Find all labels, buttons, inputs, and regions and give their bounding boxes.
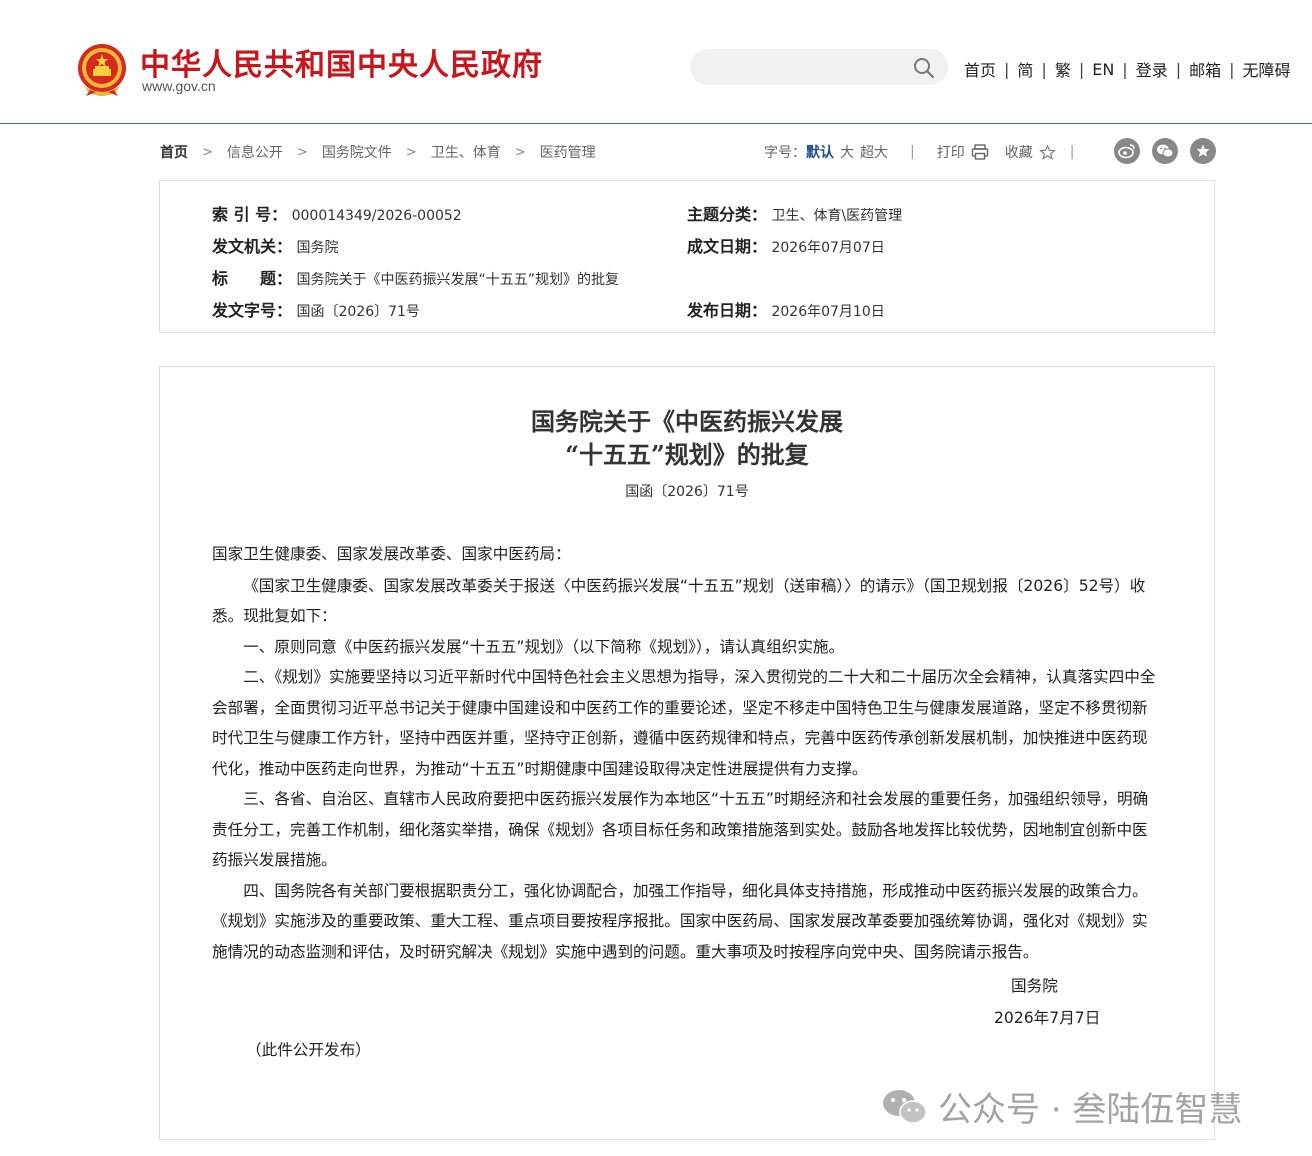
nav-accessibility-link[interactable]: 无障碍 xyxy=(1243,57,1291,81)
info-title: 标 题： 国务院关于《中医药振兴发展“十五五”规划》的批复 xyxy=(212,265,619,289)
watermark-text: 公众号 · 叁陆伍智慧 xyxy=(938,1090,1243,1130)
nav-separator: | xyxy=(1004,59,1010,79)
breadcrumb-info-disclosure[interactable]: 信息公开 xyxy=(227,142,283,162)
info-label: 成文日期： xyxy=(687,237,768,256)
nav-separator: | xyxy=(1175,59,1182,79)
info-value: 国务院关于《中医药振兴发展“十五五”规划》的批复 xyxy=(296,272,619,288)
article-public-note: （此件公开发布） xyxy=(246,1041,371,1059)
tools-separator: | xyxy=(910,144,915,160)
chevron-right-icon: > xyxy=(514,144,526,160)
article-paragraph: 《国家卫生健康委、国家发展改革委关于报送〈中医药振兴发展“十五五”规划（送审稿）… xyxy=(212,576,1146,626)
article-title: 国务院关于《中医药振兴发展 “十五五”规划》的批复 xyxy=(160,405,1214,471)
search-icon[interactable] xyxy=(912,56,936,80)
info-publish-date: 发布日期： 2026年07月10日 xyxy=(687,297,885,321)
favorite-star-icon[interactable] xyxy=(1190,138,1216,164)
nav-mail-link[interactable]: 邮箱 xyxy=(1189,57,1221,81)
breadcrumb-state-council-docs[interactable]: 国务院文件 xyxy=(322,142,392,162)
info-doc-no: 发文字号： 国函〔2026〕71号 xyxy=(212,297,420,321)
info-value: 000014349/2026-00052 xyxy=(291,208,462,224)
font-size-label: 字号： xyxy=(764,145,806,161)
info-value: 国务院 xyxy=(296,240,339,256)
tools-separator: | xyxy=(1069,144,1075,160)
star-outline-icon xyxy=(1038,143,1056,160)
article-paragraph: 三、各省、自治区、直辖市人民政府要把中医药振兴发展作为本地区“十五五”时期经济和… xyxy=(212,790,1149,869)
site-header: 中华人民共和国中央人民政府 www.gov.cn 首页 | 简 | 繁 | EN… xyxy=(0,0,1312,124)
info-label: 发布日期： xyxy=(687,301,768,320)
article-paragraph: 四、国务院各有关部门要根据职责分工，强化协调配合，加强工作指导，细化具体支持措施… xyxy=(212,881,1148,961)
chevron-right-icon: > xyxy=(405,144,417,160)
search-input[interactable] xyxy=(690,49,948,85)
article-body: 国家卫生健康委、国家发展改革委、国家中医药局： 《国家卫生健康委、国家发展改革委… xyxy=(212,539,1162,967)
nav-separator: | xyxy=(1229,59,1235,79)
breadcrumb-home[interactable]: 首页 xyxy=(160,142,188,162)
info-label: 发文机关： xyxy=(212,237,293,256)
info-label: 发文字号： xyxy=(212,301,293,320)
article-paragraph: 二、《规划》实施要坚持以习近平新时代中国特色社会主义思想为指导，深入贯彻党的二十… xyxy=(212,668,1156,778)
article-title-line: “十五五”规划》的批复 xyxy=(565,440,809,469)
article-content: 国务院关于《中医药振兴发展 “十五五”规划》的批复 国函〔2026〕71号 国家… xyxy=(159,366,1215,1140)
font-size-large[interactable]: 大 xyxy=(840,142,854,162)
nav-login-link[interactable]: 登录 xyxy=(1136,57,1168,81)
article-paragraph: 一、原则同意《中医药振兴发展“十五五”规划》（以下简称《规划》），请认真组织实施… xyxy=(243,637,845,656)
breadcrumb-medicine-management[interactable]: 医药管理 xyxy=(540,142,596,162)
chevron-right-icon: > xyxy=(202,144,213,160)
national-emblem-icon[interactable] xyxy=(76,42,128,96)
nav-separator: | xyxy=(1041,59,1047,79)
weibo-icon[interactable] xyxy=(1114,138,1140,164)
nav-simplified-link[interactable]: 简 xyxy=(1017,57,1033,81)
chevron-right-icon: > xyxy=(296,144,308,160)
nav-traditional-link[interactable]: 繁 xyxy=(1055,57,1071,81)
info-value: 卫生、体育\医药管理 xyxy=(771,208,903,224)
nav-home-link[interactable]: 首页 xyxy=(964,57,996,81)
info-topic: 主题分类： 卫生、体育\医药管理 xyxy=(687,201,902,225)
top-nav: 首页 | 简 | 繁 | EN | 登录 | 邮箱 | 无障碍 xyxy=(964,57,1291,81)
wechat-icon[interactable] xyxy=(1152,138,1178,164)
nav-separator: | xyxy=(1122,59,1128,79)
breadcrumb-health-sports[interactable]: 卫生、体育 xyxy=(431,142,501,162)
info-issuer: 发文机关： 国务院 xyxy=(212,233,338,257)
breadcrumb: 首页 > 信息公开 > 国务院文件 > 卫生、体育 > 医药管理 xyxy=(160,142,596,162)
article-doc-number: 国函〔2026〕71号 xyxy=(625,484,749,500)
info-label: 索 引 号： xyxy=(212,205,288,224)
article-greeting: 国家卫生健康委、国家发展改革委、国家中医药局： xyxy=(212,545,571,563)
printer-icon xyxy=(971,144,988,160)
info-label: 主题分类： xyxy=(687,205,768,224)
wechat-watermark-icon xyxy=(883,1089,927,1124)
print-label: 打印 xyxy=(936,145,965,161)
info-index-no: 索 引 号： 000014349/2026-00052 xyxy=(212,201,462,225)
document-metadata-box: 索 引 号： 000014349/2026-00052 主题分类： 卫生、体育\… xyxy=(159,180,1215,333)
nav-separator: | xyxy=(1078,59,1085,79)
article-tools: 字号： 默认 大 超大 | 打印 收藏 | xyxy=(764,142,1096,162)
info-value: 2026年07月07日 xyxy=(771,240,885,256)
font-size-default[interactable]: 默认 xyxy=(806,142,834,162)
print-button[interactable]: 打印 xyxy=(937,142,989,162)
watermark: 公众号 · 叁陆伍智慧 xyxy=(880,1082,1242,1131)
favorite-button[interactable]: 收藏 xyxy=(1005,142,1056,162)
info-label: 标 题： xyxy=(212,269,293,288)
favorite-label: 收藏 xyxy=(1004,145,1033,161)
article-signature: 国务院 xyxy=(1011,977,1058,995)
info-value: 国函〔2026〕71号 xyxy=(296,304,420,320)
font-size-xlarge[interactable]: 超大 xyxy=(860,142,888,162)
nav-english-link[interactable]: EN xyxy=(1092,60,1114,79)
info-written-date: 成文日期： 2026年07月07日 xyxy=(687,233,885,257)
article-date: 2026年7月7日 xyxy=(994,1009,1101,1027)
info-value: 2026年07月10日 xyxy=(771,304,885,320)
article-title-line: 国务院关于《中医药振兴发展 xyxy=(531,407,843,436)
site-url[interactable]: www.gov.cn xyxy=(142,78,216,94)
